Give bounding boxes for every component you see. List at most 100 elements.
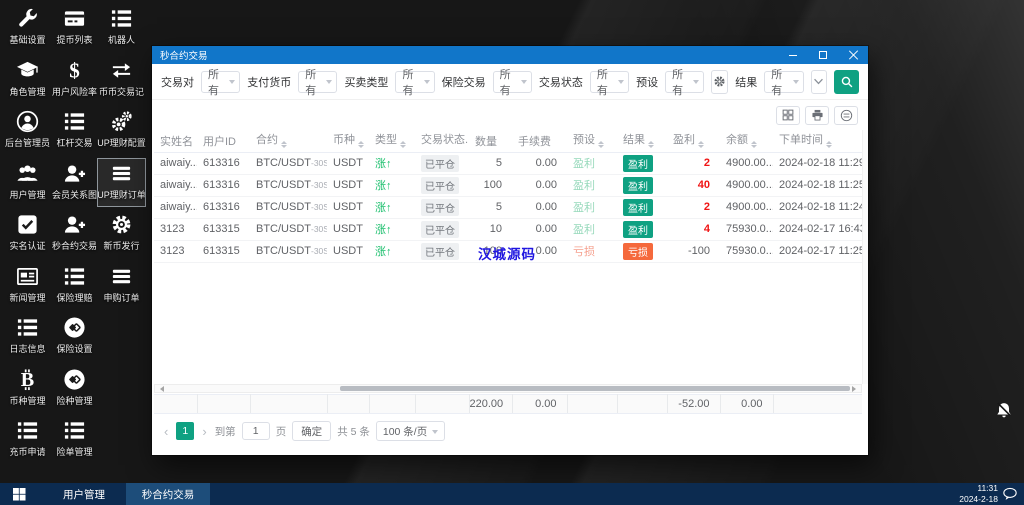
col-trade-status[interactable]: 交易状态.. [415,130,469,152]
col-profit[interactable]: 盈利 [667,130,720,152]
preset-settings-button[interactable] [711,70,728,94]
desktop-icon-up-finance-orders[interactable]: UP理财订单 [98,159,145,206]
clock-time: 11:31 [959,483,998,494]
desktop-icon-seconds-contract-trading[interactable]: 秒合约交易 [51,210,98,257]
desktop-icon-insurance-claims[interactable]: 保险理赔 [51,262,98,309]
scrollbar-track[interactable] [166,385,850,392]
preset-select[interactable]: 所有 [665,71,704,93]
totals-row: 220.00 0.00 -52.00 0.00 [154,394,862,415]
insurance-trade-select[interactable]: 所有 [493,71,532,93]
desktop-icon-admin-users[interactable]: 后台管理员 [4,107,51,154]
trade-status-select[interactable]: 所有 [590,71,629,93]
col-order-time[interactable]: 下单时间 [773,130,862,152]
start-button[interactable] [0,483,38,505]
desktop-icon-robot[interactable]: 机器人 [98,4,145,51]
sort-icon[interactable] [751,138,757,152]
vertical-scrollbar[interactable] [862,130,868,384]
desktop-icon-role-management[interactable]: 角色管理 [4,56,51,103]
window-controls [778,46,868,64]
col-type[interactable]: 类型 [369,130,415,152]
desktop-icon-log-info[interactable]: 日志信息 [4,313,51,360]
chevron-down-icon [432,430,438,437]
cell-contract: BTC/USDT-30S [250,152,327,174]
col-result[interactable]: 结果 [617,130,667,152]
coin-icon [63,316,86,339]
desktop-icon-insurance-type-management[interactable]: 险种管理 [51,365,98,412]
horizontal-scrollbar[interactable] [154,384,862,393]
bell-slash-icon[interactable] [994,401,1014,421]
export-button[interactable] [834,106,858,125]
cell-result: 盈利 [617,218,667,240]
desktop-icon-leverage-trading[interactable]: 杠杆交易 [51,107,98,154]
page-number-button[interactable]: 1 [176,422,194,440]
minimize-icon [789,55,797,56]
trading-pair-select[interactable]: 所有 [201,71,240,93]
window-titlebar[interactable]: 秒合约交易 [152,46,868,64]
chevron-down-icon [521,80,527,87]
pay-currency-select[interactable]: 所有 [298,71,337,93]
taskbar-item-seconds-contract-trading[interactable]: 秒合约交易 [126,483,210,505]
confirm-page-button[interactable]: 确定 [292,421,331,441]
desktop-icon-subscription-orders[interactable]: 申购订单 [98,262,145,309]
sort-icon[interactable] [698,138,704,152]
col-coin[interactable]: 币种 [327,130,369,152]
total-empty [197,395,250,414]
sort-icon[interactable] [400,138,406,152]
desktop-icon-insurance-settings[interactable]: 保险设置 [51,313,98,360]
filter-label: 交易对 [161,74,194,90]
cell-profit: 2 [667,196,720,218]
cell-coin: USDT [327,196,369,218]
desktop-icon-real-name-auth[interactable]: 实名认证 [4,210,51,257]
table-row: 3123 613315 BTC/USDT-30S USDT 涨↑ 已平仓 10 … [154,218,862,240]
desktop-icon-member-relations[interactable]: 会员关系图 [51,159,98,206]
col-preset[interactable]: 预设 [567,130,617,152]
col-balance[interactable]: 余额 [720,130,773,152]
col-contract[interactable]: 合约 [250,130,327,152]
desktop-icon-news-management[interactable]: 新闻管理 [4,262,51,309]
desktop-icon-coin-management[interactable]: 币种管理 [4,365,51,412]
cell-status: 已平仓 [415,174,469,196]
column-settings-button[interactable] [776,106,800,125]
minimize-button[interactable] [778,46,808,64]
print-button[interactable] [805,106,829,125]
chat-bubble-icon[interactable] [1002,486,1018,502]
result-select[interactable]: 所有 [764,71,803,93]
cell-preset: 盈利 [567,218,617,240]
wrench-icon [16,7,39,30]
cell-user-id: 613316 [197,196,250,218]
sort-icon[interactable] [826,138,832,152]
sort-icon[interactable] [648,138,654,152]
scrollbar-thumb[interactable] [340,386,850,391]
next-page-button[interactable]: › [200,424,208,439]
export-icon [840,109,853,122]
close-button[interactable] [838,46,868,64]
expand-filters-button[interactable] [811,70,828,94]
filter-bar: 交易对 所有 支付货币 所有 买卖类型 所有 保险交易 所有 交易状态 所有 预… [152,64,868,100]
list-icon [16,316,39,339]
desktop-icon-new-coin-issue[interactable]: 新币发行 [98,210,145,257]
cell-balance: 4900.00... [720,174,773,196]
prev-page-button[interactable]: ‹ [162,424,170,439]
trade-type-select[interactable]: 所有 [395,71,434,93]
total-empty [567,395,617,414]
desktop-icon-deposit-requests[interactable]: 充币申请 [4,416,51,463]
desktop-icon-insurance-orders[interactable]: 险单管理 [51,416,98,463]
maximize-button[interactable] [808,46,838,64]
desktop-icon-basic-settings[interactable]: 基础设置 [4,4,51,51]
scroll-left-icon[interactable] [157,386,164,392]
desktop-icon-coin-trade-record[interactable]: 币币交易记 [98,56,145,103]
taskbar-item-user-management[interactable]: 用户管理 [42,483,126,505]
sort-icon[interactable] [358,138,364,152]
sort-icon[interactable] [281,138,287,152]
sort-icon[interactable] [598,138,604,152]
desktop-icon-up-finance-config[interactable]: UP理财配置 [98,107,145,154]
user-plus-icon [63,213,86,236]
per-page-select[interactable]: 100 条/页 [376,421,445,441]
desktop-icon-user-risk-rate[interactable]: 用户风险率 [51,56,98,103]
page-jump-input[interactable] [242,422,270,440]
cell-quantity: 5 [469,196,512,218]
scroll-right-icon[interactable] [852,386,859,392]
search-button[interactable] [834,70,859,94]
desktop-icon-user-management[interactable]: 用户管理 [4,159,51,206]
desktop-icon-withdraw-list[interactable]: 提币列表 [51,4,98,51]
